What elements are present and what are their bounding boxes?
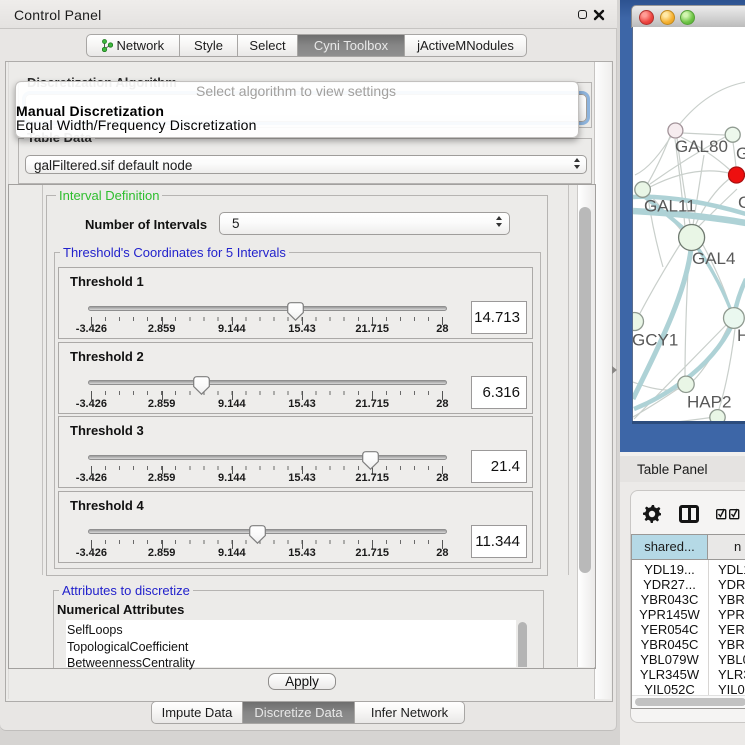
svg-text:GA: GA: [736, 144, 745, 163]
svg-text:GAL11: GAL11: [644, 197, 696, 216]
svg-text:HAP2: HAP2: [687, 393, 731, 412]
svg-text:GAL4: GAL4: [692, 249, 735, 268]
svg-text:H: H: [737, 326, 745, 345]
svg-text:C: C: [738, 193, 745, 212]
svg-text:GAL80: GAL80: [675, 137, 728, 156]
svg-text:GCY1: GCY1: [633, 331, 678, 350]
